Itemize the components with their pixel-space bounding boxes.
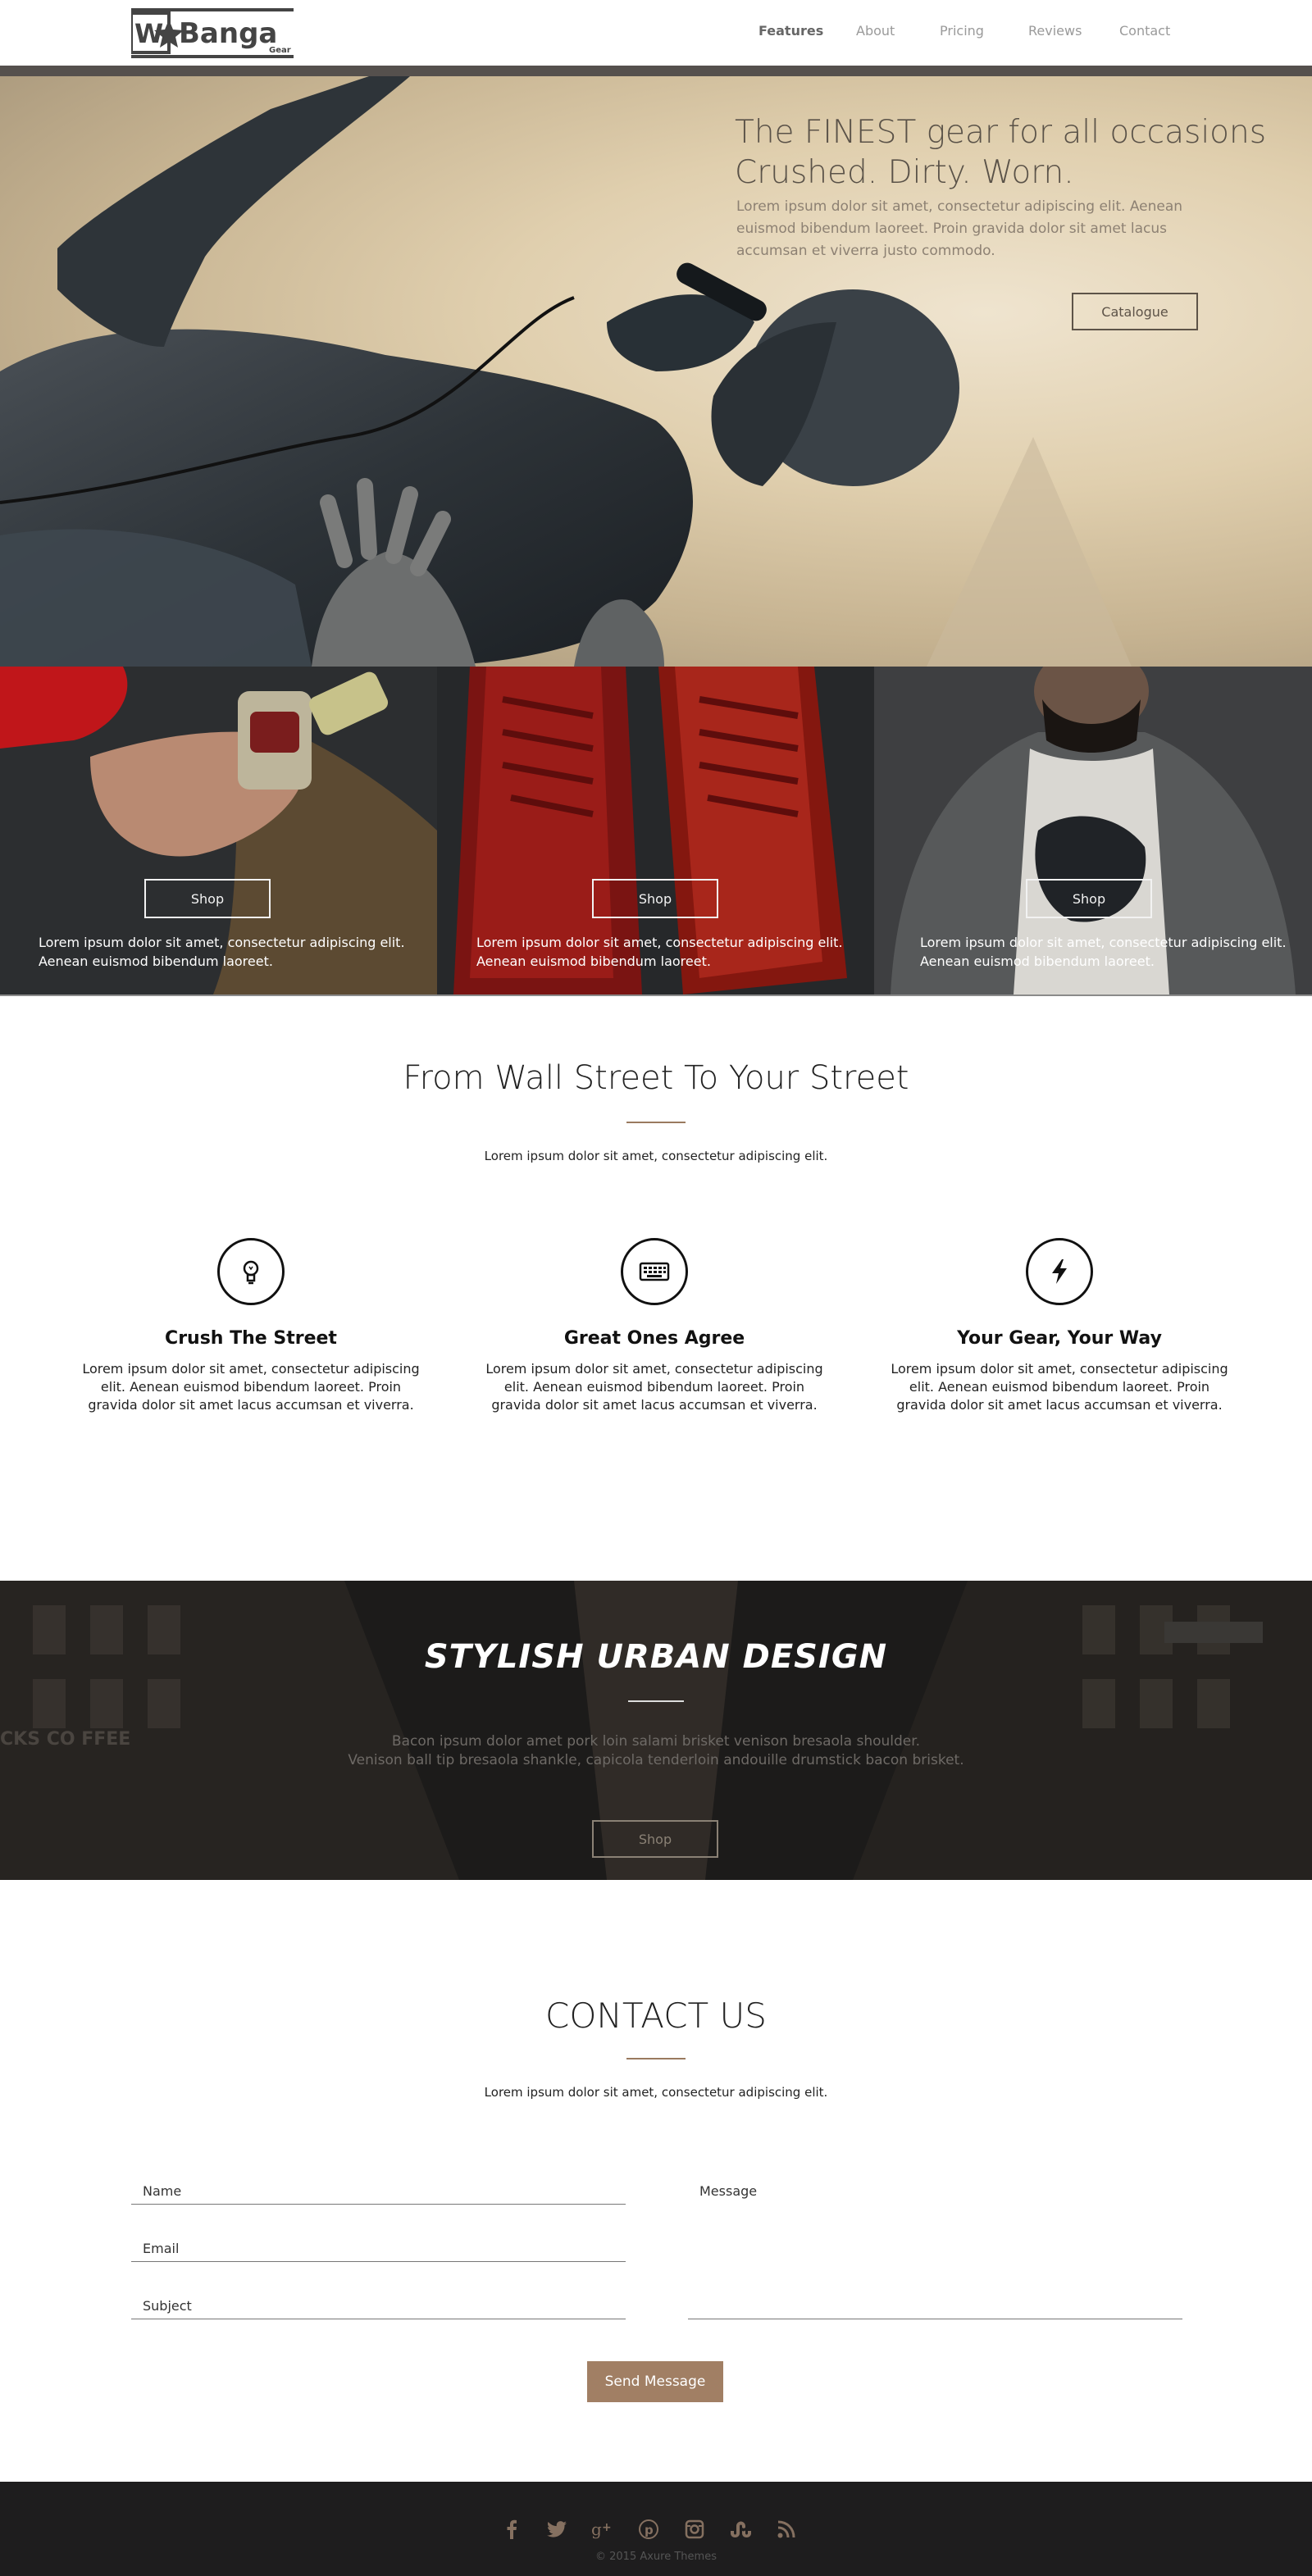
hero-title-line1: The FINEST gear for all occasions bbox=[735, 114, 1267, 151]
nav-item-pricing[interactable]: Pricing bbox=[940, 23, 984, 39]
feature-card-crush: Crush The Street Lorem ipsum dolor sit a… bbox=[79, 1238, 423, 1414]
message-textarea[interactable] bbox=[699, 2205, 1175, 2315]
stumbleupon-icon[interactable] bbox=[728, 2517, 753, 2542]
rss-icon[interactable] bbox=[774, 2517, 799, 2542]
contact-subtitle: Lorem ipsum dolor sit amet, consectetur … bbox=[484, 2085, 828, 2100]
feature-icon-circle bbox=[1026, 1238, 1093, 1305]
nav-item-about[interactable]: About bbox=[856, 23, 895, 39]
feature-icon-circle bbox=[217, 1238, 285, 1305]
name-input[interactable] bbox=[143, 2181, 622, 2202]
hero-title: The FINEST gear for all occasions Crushe… bbox=[735, 112, 1292, 193]
shop-button-boots[interactable]: Shop bbox=[592, 879, 718, 918]
contact-title: CONTACT US bbox=[545, 1996, 767, 2036]
urban-title-underline bbox=[628, 1700, 684, 1702]
hero-title-line2: Crushed. Dirty. Worn. bbox=[735, 154, 1074, 191]
urban-text-line2: Venison ball tip bresaola shankle, capic… bbox=[348, 1752, 964, 1768]
tile-text-watch: Lorem ipsum dolor sit amet, consectetur … bbox=[39, 935, 405, 969]
subject-input[interactable] bbox=[143, 2296, 622, 2317]
product-tile-jacket: Shop Lorem ipsum dolor sit amet, consect… bbox=[874, 667, 1312, 994]
copyright-text: © 2015 Axure Themes bbox=[595, 2551, 717, 2563]
feature-title-crush: Crush The Street bbox=[165, 1328, 337, 1349]
product-tiles: Shop Lorem ipsum dolor sit amet, consect… bbox=[0, 667, 1312, 994]
instagram-icon[interactable] bbox=[682, 2517, 707, 2542]
product-tile-boots: Shop Lorem ipsum dolor sit amet, consect… bbox=[437, 667, 874, 994]
features-title: From Wall Street To Your Street bbox=[403, 1059, 909, 1097]
catalogue-button[interactable]: Catalogue bbox=[1072, 293, 1198, 330]
hero-section: The FINEST gear for all occasions Crushe… bbox=[0, 76, 1312, 667]
keyboard-icon bbox=[639, 1262, 670, 1281]
site-footer: g + p © 2015 Axure Themes bbox=[0, 2482, 1312, 2576]
svg-text:+: + bbox=[602, 2521, 612, 2534]
lightbulb-icon bbox=[243, 1260, 259, 1285]
facebook-icon[interactable] bbox=[499, 2517, 524, 2542]
email-input[interactable] bbox=[143, 2238, 622, 2260]
feature-card-your-way: Your Gear, Your Way Lorem ipsum dolor si… bbox=[887, 1238, 1232, 1414]
pinterest-icon[interactable]: p bbox=[636, 2517, 661, 2542]
send-message-button[interactable]: Send Message bbox=[587, 2361, 723, 2402]
feature-text-crush: Lorem ipsum dolor sit amet, consectetur … bbox=[82, 1361, 420, 1413]
feature-title-your-way: Your Gear, Your Way bbox=[957, 1328, 1162, 1349]
name-field-line bbox=[131, 2204, 626, 2205]
feature-text-your-way: Lorem ipsum dolor sit amet, consectetur … bbox=[891, 1361, 1228, 1413]
twitter-icon[interactable] bbox=[544, 2517, 569, 2542]
google-plus-icon[interactable]: g + bbox=[590, 2517, 615, 2542]
email-field-line bbox=[131, 2261, 626, 2262]
nav-item-reviews[interactable]: Reviews bbox=[1028, 23, 1082, 39]
svg-text:p: p bbox=[645, 2523, 654, 2537]
feature-card-agree: Great Ones Agree Lorem ipsum dolor sit a… bbox=[482, 1238, 827, 1414]
logo[interactable]: W Banga Gear bbox=[130, 8, 294, 59]
feature-icon-circle bbox=[621, 1238, 688, 1305]
features-subtitle: Lorem ipsum dolor sit amet, consectetur … bbox=[484, 1149, 828, 1163]
svg-text:g: g bbox=[591, 2519, 602, 2539]
header-divider-bar bbox=[0, 66, 1312, 76]
tiles-bottom-divider bbox=[0, 994, 1312, 996]
urban-design-section: CKS CO FFEE STYLISH URBAN DESIGN Bacon i… bbox=[0, 1581, 1312, 1880]
urban-text-line1: Bacon ipsum dolor amet pork loin salami … bbox=[391, 1733, 921, 1750]
urban-description: Bacon ipsum dolor amet pork loin salami … bbox=[0, 1732, 1312, 1770]
product-tile-watch: Shop Lorem ipsum dolor sit amet, consect… bbox=[0, 667, 437, 994]
tile-text-jacket: Lorem ipsum dolor sit amet, consectetur … bbox=[920, 935, 1287, 969]
logo-subtext: Gear bbox=[269, 46, 291, 55]
urban-shop-button[interactable]: Shop bbox=[592, 1820, 718, 1858]
urban-title: STYLISH URBAN DESIGN bbox=[424, 1638, 888, 1676]
logo-text: Banga bbox=[179, 17, 277, 50]
nav-item-contact[interactable]: Contact bbox=[1119, 23, 1170, 39]
shop-button-watch[interactable]: Shop bbox=[144, 879, 271, 918]
feature-text-agree: Lorem ipsum dolor sit amet, consectetur … bbox=[485, 1361, 823, 1413]
lightning-icon bbox=[1052, 1259, 1067, 1284]
contact-title-underline bbox=[626, 2058, 686, 2059]
tile-text-boots: Lorem ipsum dolor sit amet, consectetur … bbox=[476, 935, 843, 969]
feature-title-agree: Great Ones Agree bbox=[563, 1328, 745, 1349]
shop-button-jacket[interactable]: Shop bbox=[1026, 879, 1152, 918]
nav-item-features[interactable]: Features bbox=[758, 23, 823, 39]
hero-description: Lorem ipsum dolor sit amet, consectetur … bbox=[736, 198, 1183, 259]
site-header: W Banga Gear Features About Pricing Revi… bbox=[0, 0, 1312, 66]
features-title-underline bbox=[626, 1122, 686, 1123]
message-label: Message bbox=[699, 2183, 758, 2199]
